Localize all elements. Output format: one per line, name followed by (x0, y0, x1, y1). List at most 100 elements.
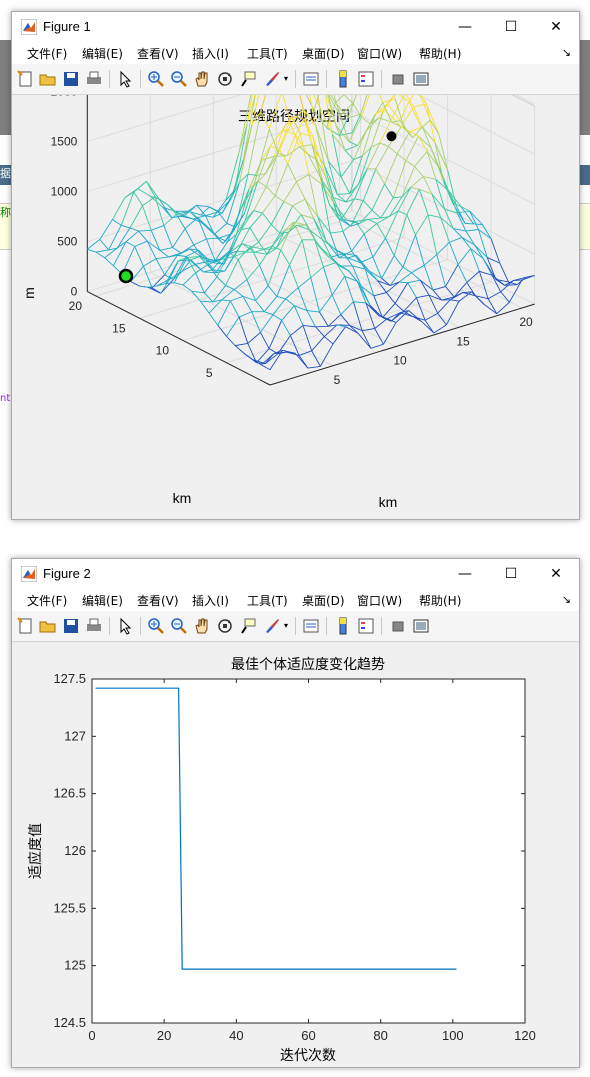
colorbar-icon[interactable] (334, 617, 352, 635)
legend-icon[interactable] (357, 617, 375, 635)
mesh-segment (473, 223, 483, 225)
pointer-icon[interactable] (116, 70, 134, 88)
menu-tools[interactable]: 工具(T) (247, 592, 288, 609)
hide-plot-tools-icon[interactable] (389, 617, 407, 635)
mesh-segment (448, 190, 458, 213)
data-cursor-icon[interactable] (239, 617, 257, 635)
save-icon[interactable] (62, 617, 80, 635)
menu-insert[interactable]: 插入(I) (192, 45, 229, 62)
mesh-segment (500, 291, 510, 303)
rotate-3d-icon[interactable] (216, 70, 234, 88)
mesh-segment (254, 248, 264, 253)
mesh-segment (230, 300, 240, 318)
mesh-segment (143, 258, 157, 267)
maximize-button[interactable]: ☐ (488, 559, 534, 589)
minimize-button[interactable]: — (442, 12, 488, 42)
mesh-segment (262, 212, 272, 225)
title-bar[interactable]: Figure 2 — ☐ ✕ (12, 559, 579, 589)
brush-dropdown-icon[interactable]: ▾ (284, 74, 288, 83)
surface-plot[interactable]: 三维路径规划空间 050010001500200051015205101520 … (12, 10, 577, 518)
title-bar[interactable]: Figure 1 — ☐ ✕ (12, 12, 579, 42)
menu-tools[interactable]: 工具(T) (247, 45, 288, 62)
new-figure-icon[interactable] (17, 617, 35, 635)
show-plot-tools-icon[interactable] (412, 70, 430, 88)
hide-plot-tools-icon[interactable] (389, 70, 407, 88)
mesh-segment (465, 229, 479, 232)
menu-overflow-icon[interactable]: ↘ (562, 593, 571, 606)
line-plot[interactable]: 最佳个体适应度变化趋势 0 20 40 60 80 100 120 124.5 125 125.5… (12, 642, 577, 1066)
mesh-segment (200, 300, 210, 314)
mesh-segment (177, 254, 187, 257)
zoom-out-icon[interactable] (170, 617, 188, 635)
pointer-icon[interactable] (116, 617, 134, 635)
menu-help[interactable]: 帮助(H) (419, 592, 461, 609)
menu-desktop[interactable]: 桌面(D) (302, 592, 345, 609)
mesh-segment (372, 256, 383, 279)
mesh-segment (421, 119, 431, 129)
grid-line (87, 110, 353, 193)
link-plot-icon[interactable] (302, 617, 320, 635)
zoom-in-icon[interactable] (147, 617, 165, 635)
menu-window[interactable]: 窗口(W) (357, 45, 402, 62)
open-folder-icon[interactable] (39, 70, 57, 88)
brush-icon[interactable] (263, 617, 281, 635)
figure-2-canvas[interactable]: 最佳个体适应度变化趋势 0 20 40 60 80 100 120 124.5 125 125.5… (12, 642, 579, 1067)
minimize-button[interactable]: — (442, 559, 488, 589)
close-button[interactable]: ✕ (533, 559, 579, 589)
mesh-segment (285, 287, 299, 300)
mesh-segment (449, 237, 463, 243)
mesh-segment (182, 284, 192, 292)
open-folder-icon[interactable] (39, 617, 57, 635)
mesh-segment (351, 233, 365, 252)
mesh-segment (499, 262, 509, 283)
menu-window[interactable]: 窗口(W) (357, 592, 402, 609)
save-icon[interactable] (62, 70, 80, 88)
menu-file[interactable]: 文件(F) (27, 45, 67, 62)
data-cursor-icon[interactable] (239, 70, 257, 88)
menu-edit[interactable]: 编辑(E) (82, 592, 123, 609)
mesh-segment (172, 247, 182, 254)
zoom-in-icon[interactable] (147, 70, 165, 88)
mesh-segment (367, 218, 377, 224)
mesh-segment (274, 163, 289, 196)
menu-edit[interactable]: 编辑(E) (82, 45, 123, 62)
rotate-3d-icon[interactable] (216, 617, 234, 635)
menu-view[interactable]: 查看(V) (137, 592, 179, 609)
mesh-segment (125, 241, 135, 247)
mesh-segment (257, 180, 267, 187)
legend-icon[interactable] (357, 70, 375, 88)
mesh-segment (138, 229, 152, 232)
link-plot-icon[interactable] (302, 70, 320, 88)
x-tick-label: 10 (393, 354, 407, 368)
mesh-segment (432, 286, 446, 291)
mesh-segment (450, 299, 460, 302)
menu-help[interactable]: 帮助(H) (419, 45, 461, 62)
figure-1-canvas[interactable]: 三维路径规划空间 050010001500200051015205101520 … (12, 10, 579, 519)
colorbar-icon[interactable] (334, 70, 352, 88)
mesh-segment (407, 282, 417, 298)
mesh-segment (276, 295, 286, 300)
brush-icon[interactable] (263, 70, 281, 88)
new-figure-icon[interactable] (17, 70, 35, 88)
pan-hand-icon[interactable] (193, 70, 211, 88)
menu-overflow-icon[interactable]: ↘ (562, 46, 571, 59)
brush-dropdown-icon[interactable]: ▾ (284, 621, 288, 630)
zoom-out-icon[interactable] (170, 70, 188, 88)
mesh-segment (340, 176, 351, 194)
show-plot-tools-icon[interactable] (412, 617, 430, 635)
menu-insert[interactable]: 插入(I) (192, 592, 229, 609)
z-tick-label: 1000 (51, 185, 78, 199)
x-tick-label: 60 (301, 1028, 315, 1043)
mesh-segment (268, 348, 279, 355)
menu-desktop[interactable]: 桌面(D) (302, 45, 345, 62)
pan-hand-icon[interactable] (193, 617, 211, 635)
mesh-segment (159, 247, 173, 251)
mesh-segment (255, 300, 265, 312)
print-icon[interactable] (85, 70, 103, 88)
maximize-button[interactable]: ☐ (488, 12, 534, 42)
menu-view[interactable]: 查看(V) (137, 45, 179, 62)
menu-file[interactable]: 文件(F) (27, 592, 67, 609)
print-icon[interactable] (85, 617, 103, 635)
mesh-segment (383, 322, 397, 345)
close-button[interactable]: ✕ (533, 12, 579, 42)
